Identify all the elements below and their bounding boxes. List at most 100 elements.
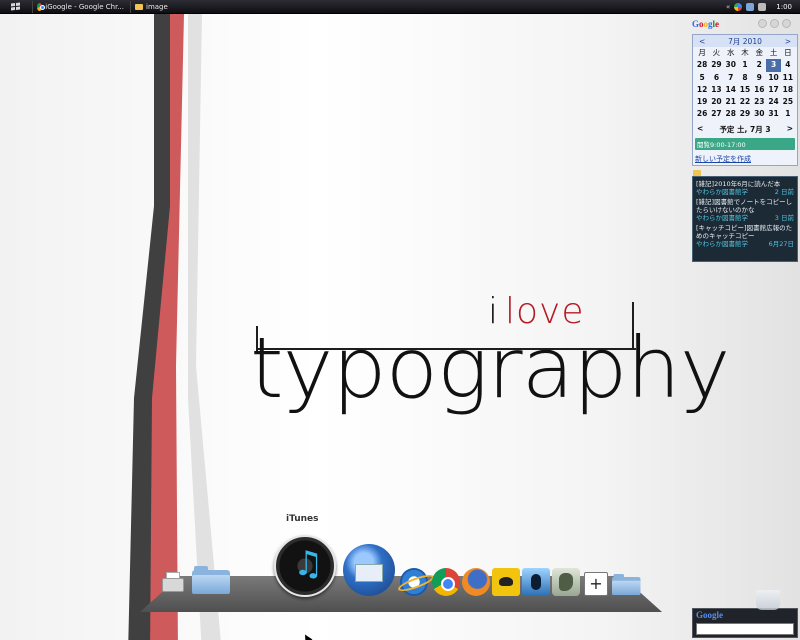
calendar-day[interactable]: 25 xyxy=(781,96,795,108)
calendar-month-label: 7月 2010 xyxy=(728,36,762,46)
system-tray: « 1:00 xyxy=(726,2,800,11)
google-tray-icon[interactable] xyxy=(734,2,743,11)
calendar-weekday: 木 xyxy=(741,48,749,57)
calendar-day[interactable]: 29 xyxy=(738,108,752,120)
agenda-prev-button[interactable]: < xyxy=(697,124,703,135)
calendar-day[interactable]: 1 xyxy=(738,59,752,71)
calendar-day[interactable]: 22 xyxy=(738,96,752,108)
calendar-day[interactable]: 19 xyxy=(695,96,709,108)
start-button[interactable] xyxy=(0,0,30,14)
feed-item-title[interactable]: [雑記]図書館でノートをコピーしたらいけないのかな xyxy=(696,198,794,214)
feed-item-title[interactable]: [キャッチコピー]図書館広報のためのキャッチコピー xyxy=(696,224,794,240)
calendar-day[interactable]: 4 xyxy=(781,59,795,71)
calendar-day[interactable]: 16 xyxy=(752,84,766,96)
calendar-event[interactable]: 閲覧9:00-17:00 xyxy=(695,137,795,150)
google-gadget-logo: Google xyxy=(692,19,720,29)
printer-icon[interactable] xyxy=(162,572,186,596)
calendar-prev-button[interactable]: < xyxy=(699,37,705,46)
bird-app-icon[interactable] xyxy=(492,568,520,596)
feed-item-source: やわらか図書館学 xyxy=(696,188,748,196)
folder-icon xyxy=(135,3,143,10)
internet-explorer-icon[interactable] xyxy=(400,568,428,596)
firefox-icon[interactable] xyxy=(462,568,490,596)
calendar-header: < 7月 2010 > xyxy=(693,35,797,47)
calendar-day[interactable]: 30 xyxy=(752,108,766,120)
calendar-day[interactable]: 30 xyxy=(724,59,738,71)
calendar-day[interactable]: 26 xyxy=(695,108,709,120)
calendar-weekday: 水 xyxy=(726,48,735,57)
calendar-day-today[interactable]: 3 xyxy=(766,59,781,72)
contacts-icon[interactable] xyxy=(522,568,550,596)
chrome-icon[interactable] xyxy=(432,568,460,596)
folder-icon[interactable] xyxy=(192,566,230,594)
feed-item-date: 6月27日 xyxy=(768,240,794,248)
feed-gadget: [雑記]2010年6月に読んだ本 やわらか図書館学 2 日前 [雑記]図書館でノー… xyxy=(692,176,798,262)
clock[interactable]: 1:00 xyxy=(776,3,792,11)
calendar-weekday: 日 xyxy=(784,48,792,57)
wallpaper-stripe-light xyxy=(188,14,222,640)
feed-item[interactable]: [雑記]2010年6月に読んだ本 やわらか図書館学 2 日前 xyxy=(696,180,794,196)
calendar-grid: 月 火 水 木 金 土 日 28 29 30 1 2 3 4 5 6 7 8 9… xyxy=(693,47,797,121)
calendar-day[interactable]: 28 xyxy=(695,59,709,71)
feed-item-source: やわらか図書館学 xyxy=(696,214,748,222)
gadget-controls xyxy=(758,19,791,28)
calendar-day[interactable]: 12 xyxy=(695,84,709,96)
volume-icon[interactable] xyxy=(758,2,767,11)
add-item-button[interactable]: + xyxy=(584,572,608,596)
calendar-day[interactable]: 13 xyxy=(709,84,723,96)
feed-item-title[interactable]: [雑記]2010年6月に読んだ本 xyxy=(696,180,794,188)
calendar-day[interactable]: 23 xyxy=(752,96,766,108)
gadget-add-icon[interactable] xyxy=(758,19,767,28)
thunderbird-icon[interactable] xyxy=(343,544,395,596)
taskbar-item-chrome[interactable]: iGoogle - Google Chr... xyxy=(32,0,128,13)
gadget-minimize-icon[interactable] xyxy=(782,19,791,28)
tray-expand-icon[interactable]: « xyxy=(726,3,730,11)
calendar-next-button[interactable]: > xyxy=(785,37,791,46)
calendar-day[interactable]: 1 xyxy=(781,108,795,120)
gadget-settings-icon[interactable] xyxy=(770,19,779,28)
mouse-cursor-icon xyxy=(301,632,313,640)
calendar-day[interactable]: 18 xyxy=(781,84,795,96)
google-search-logo: Google xyxy=(696,610,723,620)
folder-icon[interactable] xyxy=(612,574,641,595)
calendar-weekday: 月 xyxy=(698,48,706,57)
itunes-icon[interactable]: ♫ xyxy=(274,535,336,597)
calendar-day[interactable]: 6 xyxy=(709,72,723,84)
recycle-bin-icon[interactable] xyxy=(756,590,780,610)
calendar-day[interactable]: 17 xyxy=(766,84,780,96)
calendar-day[interactable]: 29 xyxy=(709,59,723,71)
wallpaper-typography: typography xyxy=(250,319,730,417)
create-event-link[interactable]: 新しい予定を作成 xyxy=(695,154,795,164)
calendar-gadget: < 7月 2010 > 月 火 水 木 金 土 日 28 29 30 1 2 3… xyxy=(692,34,798,166)
network-icon[interactable] xyxy=(746,2,755,11)
calendar-day[interactable]: 9 xyxy=(752,72,766,84)
dock-hover-label: iTunes xyxy=(286,514,319,524)
google-search-gadget: Google xyxy=(692,608,798,638)
calendar-day[interactable]: 2 xyxy=(752,59,766,71)
feed-item-source: やわらか図書館学 xyxy=(696,240,748,248)
evernote-icon[interactable] xyxy=(552,568,580,596)
calendar-day[interactable]: 27 xyxy=(709,108,723,120)
feed-item-date: 3 日前 xyxy=(774,214,794,222)
calendar-day[interactable]: 10 xyxy=(766,72,780,84)
calendar-day[interactable]: 5 xyxy=(695,72,709,84)
calendar-day[interactable]: 31 xyxy=(766,108,780,120)
calendar-day[interactable]: 20 xyxy=(709,96,723,108)
calendar-day[interactable]: 15 xyxy=(738,84,752,96)
calendar-day[interactable]: 7 xyxy=(724,72,738,84)
google-search-input[interactable] xyxy=(696,623,794,635)
calendar-day[interactable]: 14 xyxy=(724,84,738,96)
agenda-next-button[interactable]: > xyxy=(787,124,793,135)
calendar-day[interactable]: 8 xyxy=(738,72,752,84)
calendar-day[interactable]: 11 xyxy=(781,72,795,84)
calendar-day[interactable]: 24 xyxy=(766,96,780,108)
feed-item[interactable]: [キャッチコピー]図書館広報のためのキャッチコピー やわらか図書館学 6月27日 xyxy=(696,224,794,248)
calendar-day[interactable]: 28 xyxy=(724,108,738,120)
windows-logo-icon xyxy=(10,2,20,11)
chrome-icon xyxy=(37,2,45,11)
agenda-date-label: 予定 土, 7月 3 xyxy=(719,124,771,134)
taskbar-item-folder[interactable]: image xyxy=(130,0,250,13)
feed-item[interactable]: [雑記]図書館でノートをコピーしたらいけないのかな やわらか図書館学 3 日前 xyxy=(696,198,794,222)
feed-item-date: 2 日前 xyxy=(774,188,794,196)
calendar-day[interactable]: 21 xyxy=(724,96,738,108)
